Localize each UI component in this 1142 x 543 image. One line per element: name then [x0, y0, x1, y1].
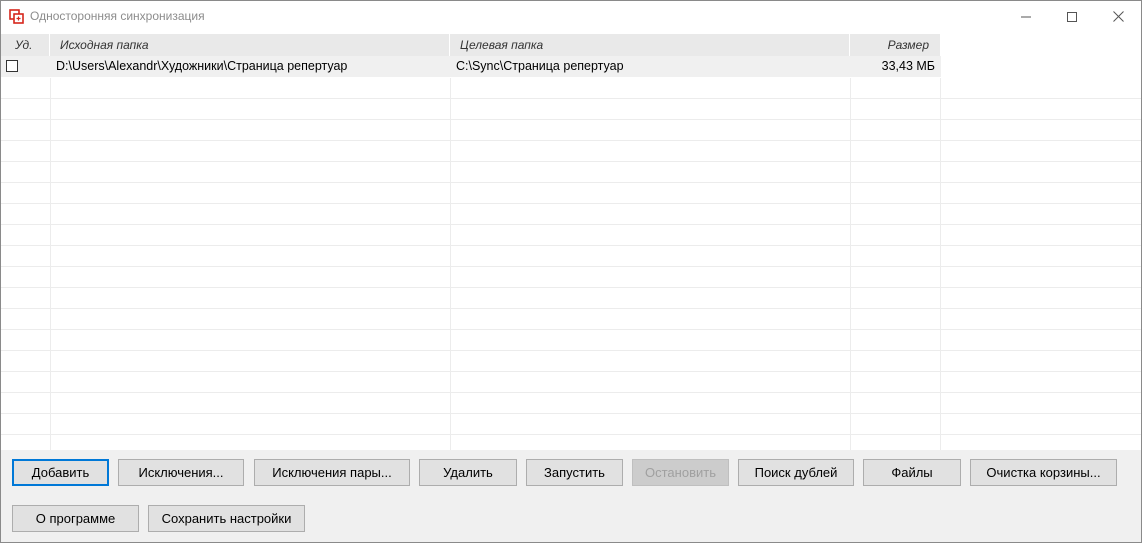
app-window: Односторонняя синхронизация Уд. Исходная…	[0, 0, 1142, 543]
grid-line	[1, 371, 1141, 372]
files-button[interactable]: Файлы	[863, 459, 961, 486]
grid-line	[1, 287, 1141, 288]
grid-line	[1, 392, 1141, 393]
grid-line	[1, 140, 1141, 141]
sync-pairs-list[interactable]: Уд. Исходная папка Целевая папка Размер …	[1, 32, 1141, 450]
maximize-button[interactable]	[1049, 1, 1095, 32]
list-header: Уд. Исходная папка Целевая папка Размер	[1, 34, 941, 56]
column-header-source[interactable]: Исходная папка	[50, 34, 450, 56]
grid-line	[1, 161, 1141, 162]
save-settings-button[interactable]: Сохранить настройки	[148, 505, 305, 532]
source-folder-cell: D:\Users\Alexandr\Художники\Страница реп…	[56, 59, 348, 73]
size-cell: 33,43 МБ	[881, 59, 935, 73]
grid-line	[1, 182, 1141, 183]
sync-app-icon	[9, 9, 24, 24]
grid-line	[1, 203, 1141, 204]
find-duplicates-button[interactable]: Поиск дублей	[738, 459, 854, 486]
grid-line	[1, 224, 1141, 225]
grid-line	[1, 350, 1141, 351]
grid-line	[1, 308, 1141, 309]
target-folder-cell: C:\Sync\Страница репертуар	[456, 59, 624, 73]
table-row[interactable]: D:\Users\Alexandr\Художники\Страница реп…	[1, 56, 941, 77]
start-button[interactable]: Запустить	[526, 459, 623, 486]
exclusions-button[interactable]: Исключения...	[118, 459, 244, 486]
column-header-target[interactable]: Целевая папка	[450, 34, 850, 56]
grid-line	[1, 119, 1141, 120]
delete-checkbox[interactable]	[6, 60, 18, 72]
grid-line	[1, 98, 1141, 99]
grid-line	[1, 245, 1141, 246]
add-button[interactable]: Добавить	[12, 459, 109, 486]
window-title: Односторонняя синхронизация	[30, 9, 205, 23]
grid-line	[850, 78, 851, 450]
grid-line	[1, 329, 1141, 330]
grid-line	[1, 434, 1141, 435]
minimize-button[interactable]	[1003, 1, 1049, 32]
grid-line	[450, 78, 451, 450]
title-bar[interactable]: Односторонняя синхронизация	[1, 1, 1141, 32]
pair-exclusions-button[interactable]: Исключения пары...	[254, 459, 410, 486]
close-button[interactable]	[1095, 1, 1141, 32]
grid-line	[940, 78, 941, 450]
grid-line	[1, 413, 1141, 414]
about-button[interactable]: О программе	[12, 505, 139, 532]
delete-button[interactable]: Удалить	[419, 459, 517, 486]
minimize-icon	[1021, 16, 1031, 17]
grid-line	[50, 78, 51, 450]
maximize-icon	[1067, 11, 1077, 22]
stop-button[interactable]: Остановить	[632, 459, 729, 486]
clear-trash-button[interactable]: Очистка корзины...	[970, 459, 1117, 486]
column-header-delete[interactable]: Уд.	[1, 34, 50, 56]
close-icon	[1112, 11, 1124, 22]
column-header-size[interactable]: Размер	[850, 34, 941, 56]
grid-line	[1, 266, 1141, 267]
